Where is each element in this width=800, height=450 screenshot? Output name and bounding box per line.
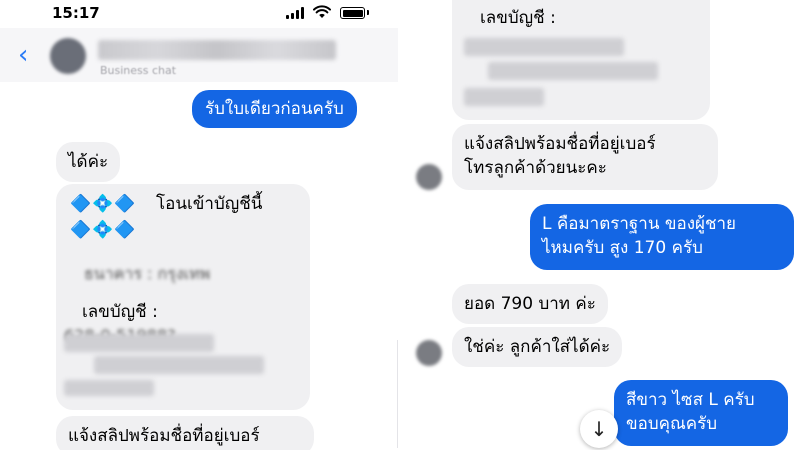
sender-avatar[interactable] [416, 340, 442, 366]
account-label: เลขบัญชี : [480, 8, 556, 28]
account-label: เลขบัญชี : [82, 302, 158, 322]
diamond-icon-row: 🔷💠🔷 [70, 194, 137, 214]
redacted-block [94, 356, 264, 374]
account-info-message[interactable]: เลขบัญชี : [452, 0, 710, 120]
redacted-block [464, 88, 544, 106]
message-text: ยอด 790 บาท ค่ะ [464, 294, 596, 314]
message-text-line: ขอบคุณครับ [626, 414, 718, 434]
message-incoming[interactable]: ได้ค่ะ [56, 142, 121, 182]
message-outgoing[interactable]: รับใบเดียวก่อนครับ [192, 90, 357, 128]
account-info-message[interactable]: 🔷💠🔷 โอนเข้าบัญชีนี้ 🔷💠🔷 ธนาคาร : กรุงเทพ… [56, 184, 310, 410]
message-text-line: L คือมาตราฐาน ของผู้ชาย [542, 214, 737, 234]
message-text-line: แจ้งสลิปพร้อมชื่อที่อยู่เบอร์ [464, 134, 656, 154]
contact-name-blurred[interactable] [98, 40, 336, 60]
contact-subtitle: Business chat [100, 64, 177, 77]
message-text-line: สีขาว ไซส L ครับ [626, 390, 755, 410]
right-screenshot: เลขบัญชี : แจ้งสลิปพร้อมชื่อที่อยู่เบอร์… [404, 0, 800, 450]
chat-header: ‹ Business chat [0, 28, 398, 82]
status-time: 15:17 [52, 4, 100, 22]
redacted-block [64, 380, 154, 396]
message-incoming[interactable]: ยอด 790 บาท ค่ะ [452, 284, 608, 324]
cellular-signal-icon [286, 7, 306, 19]
redacted-block [488, 62, 658, 80]
contact-avatar[interactable] [50, 38, 86, 74]
message-text-line: ไหมครับ สูง 170 ครับ [542, 238, 703, 258]
battery-tip [367, 10, 369, 15]
transfer-label: โอนเข้าบัญชีนี้ [156, 194, 263, 214]
message-outgoing[interactable]: สีขาว ไซส L ครับ ขอบคุณครับ [614, 380, 788, 446]
message-text: รับใบเดียวก่อนครับ [205, 99, 344, 119]
message-text: ได้ค่ะ [68, 152, 109, 172]
bank-name-blurred: ธนาคาร : กรุงเทพ [84, 264, 211, 283]
status-bar: 15:17 [0, 0, 398, 26]
message-text: แจ้งสลิปพร้อมชื่อที่อยู่เบอร์ [68, 426, 260, 446]
redacted-block [64, 334, 214, 352]
chevron-left-icon[interactable]: ‹ [18, 42, 28, 68]
battery-icon [340, 7, 365, 19]
sender-avatar[interactable] [416, 164, 442, 190]
left-screenshot: 15:17 ‹ Business chat รับใบเดียวก่อนครับ… [0, 0, 398, 450]
wifi-icon [313, 5, 331, 18]
message-text: ใช่ค่ะ ลูกค้าใส่ได้ค่ะ [464, 337, 611, 357]
diamond-icon-row: 🔷💠🔷 [70, 220, 137, 240]
arrow-down-icon[interactable]: ↓ [580, 410, 618, 448]
redacted-block [464, 38, 624, 56]
message-text-line: โทรลูกค้าด้วยนะคะ [464, 158, 607, 178]
message-incoming[interactable]: ใช่ค่ะ ลูกค้าใส่ได้ค่ะ [452, 327, 623, 367]
message-incoming[interactable]: แจ้งสลิปพร้อมชื่อที่อยู่เบอร์ โทรลูกค้าด… [452, 124, 718, 190]
message-incoming[interactable]: แจ้งสลิปพร้อมชื่อที่อยู่เบอร์ [56, 416, 314, 450]
message-outgoing[interactable]: L คือมาตราฐาน ของผู้ชาย ไหมครับ สูง 170 … [530, 204, 794, 270]
